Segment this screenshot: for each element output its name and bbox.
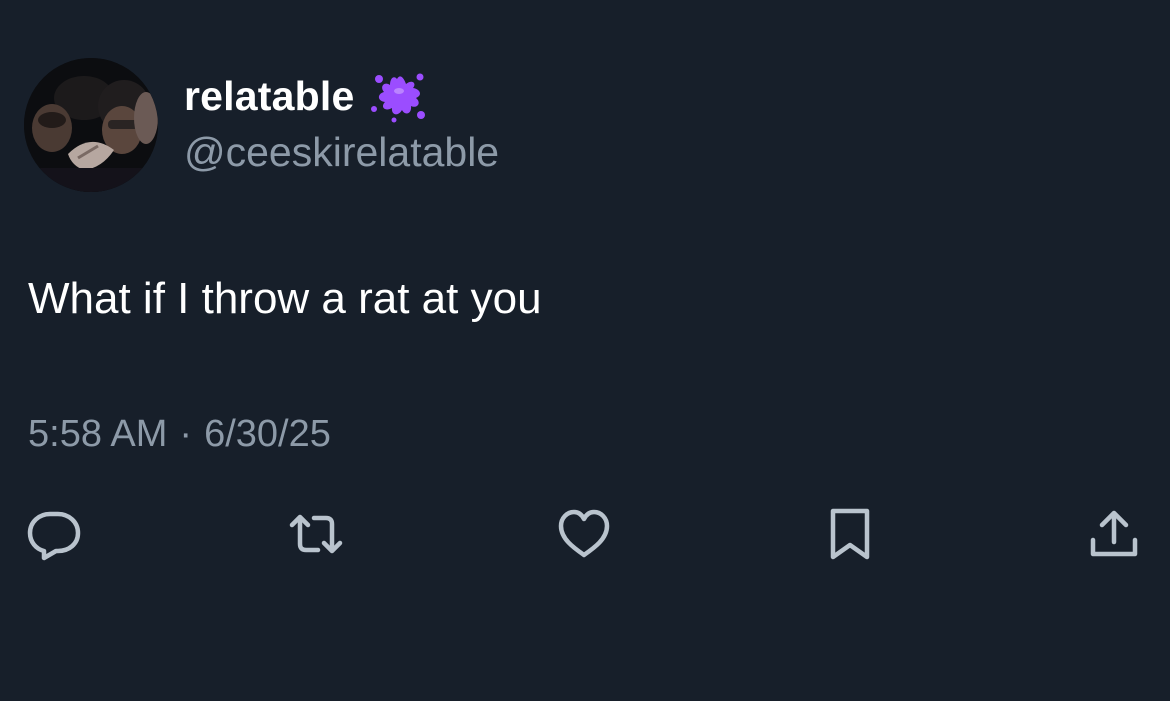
timestamp-separator: · xyxy=(179,413,193,455)
heart-icon xyxy=(558,509,610,558)
reply-button[interactable] xyxy=(24,504,84,564)
tweet-card: relatable @ceeskirelatable What if I thr… xyxy=(0,0,1170,701)
avatar-image xyxy=(24,58,158,192)
like-button[interactable] xyxy=(554,504,614,564)
share-upload-icon xyxy=(1090,510,1138,557)
author-handle[interactable]: @ceeskirelatable xyxy=(184,126,499,178)
tweet-date: 6/30/25 xyxy=(204,413,331,455)
purple-splat-emoji-icon xyxy=(371,73,426,123)
retweet-button[interactable] xyxy=(286,504,346,564)
speech-bubble-icon xyxy=(27,511,81,561)
tweet-timestamp[interactable]: 5:58 AM · 6/30/25 xyxy=(28,408,331,460)
bookmark-icon xyxy=(830,508,870,560)
tweet-text: What if I throw a rat at you xyxy=(28,274,542,323)
display-name[interactable]: relatable xyxy=(184,70,354,122)
author-name-row: relatable xyxy=(184,70,426,123)
avatar[interactable] xyxy=(24,58,158,192)
bookmark-button[interactable] xyxy=(820,504,880,564)
share-button[interactable] xyxy=(1084,504,1144,564)
retweet-icon xyxy=(289,514,343,554)
tweet-time: 5:58 AM xyxy=(28,413,168,455)
